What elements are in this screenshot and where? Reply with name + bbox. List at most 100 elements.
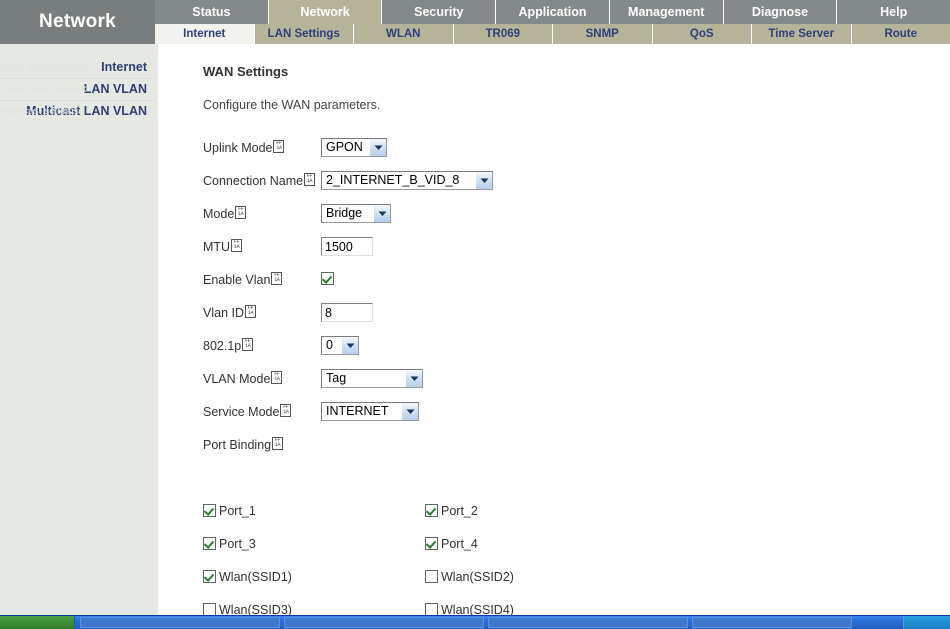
form-row-uplink-mode: Uplink Mode FF 1A GPON	[203, 136, 923, 169]
port-binding-option-wlan-ssid4[interactable]: Wlan(SSID4)	[425, 603, 647, 615]
select-uplink-mode[interactable]: GPON	[321, 138, 387, 157]
select-value-service-mode: INTERNET	[326, 404, 389, 418]
checkbox-wlan-ssid2[interactable]	[425, 570, 438, 583]
port-binding-label: Port_2	[441, 504, 478, 518]
select-vlan-mode[interactable]: Tag	[321, 369, 423, 388]
sidebar-item-internet[interactable]: Wide area network Internet	[0, 57, 155, 78]
page-description: Configure the WAN parameters.	[203, 98, 381, 112]
select-mode[interactable]: Bridge	[321, 204, 391, 223]
select-value-802-1p: 0	[326, 338, 333, 352]
taskbar-window-item[interactable]	[692, 617, 852, 628]
checkbox-port_4[interactable]	[425, 537, 438, 550]
port-binding-option-wlan-ssid2[interactable]: Wlan(SSID2)	[425, 570, 647, 584]
field-label-text: 802.1p	[203, 339, 242, 353]
port-binding-row: Port_3 Port_4	[203, 537, 723, 570]
sidebar-item-lan-vlan[interactable]: Local area network LAN VLAN	[0, 78, 155, 100]
port-binding-option-port_4[interactable]: Port_4	[425, 537, 647, 551]
start-button[interactable]	[0, 616, 75, 629]
port-binding-row: Wlan(SSID3) Wlan(SSID4)	[203, 603, 723, 615]
secondary-tab-snmp[interactable]: SNMP	[553, 24, 653, 44]
form-row-802-1p: 802.1p FF 1A 0	[203, 334, 923, 367]
taskbar-window-item[interactable]	[488, 617, 688, 628]
field-label-connection-name: Connection Name FF 1A	[203, 173, 316, 188]
chevron-down-icon[interactable]	[369, 139, 386, 156]
os-taskbar	[0, 615, 950, 629]
fullwidth-colon-glyph: FF 1A	[273, 140, 285, 153]
field-label-text: Mode	[203, 207, 235, 221]
checkbox-port_2[interactable]	[425, 504, 438, 517]
checkbox-port_1[interactable]	[203, 504, 216, 517]
taskbar-window-item[interactable]	[80, 617, 280, 628]
field-label-mtu: MTU FF 1A	[203, 239, 243, 254]
form-row-mtu: MTU FF 1A	[203, 235, 923, 268]
port-binding-label: Wlan(SSID2)	[441, 570, 514, 584]
field-label-text: Uplink Mode	[203, 141, 273, 155]
select-connection-name[interactable]: 2_INTERNET_B_VID_8	[321, 171, 493, 190]
sidebar-item-multicast-lan-vlan[interactable]: Multicast settings Multicast LAN VLAN	[0, 100, 155, 122]
port-binding-option-wlan-ssid3[interactable]: Wlan(SSID3)	[203, 603, 425, 615]
form-row-vlan-mode: VLAN Mode FF 1A Tag	[203, 367, 923, 400]
sidebar-item-ghost-text: Local area network	[2, 84, 87, 95]
secondary-tab-time-server[interactable]: Time Server	[752, 24, 852, 44]
sidebar-item-label: Multicast LAN VLAN	[26, 104, 147, 118]
select-service-mode[interactable]: INTERNET	[321, 402, 419, 421]
input-vlan-id[interactable]	[321, 303, 373, 322]
port-binding-label: Port_4	[441, 537, 478, 551]
system-tray[interactable]	[903, 616, 950, 629]
field-label-text: Enable Vlan	[203, 273, 271, 287]
fullwidth-colon-glyph: FF 1A	[245, 305, 256, 318]
field-label-text: Connection Name	[203, 174, 304, 188]
field-label-text: VLAN Mode	[203, 372, 271, 386]
checkbox-wlan-ssid1[interactable]	[203, 570, 216, 583]
primary-tab-security[interactable]: Security	[382, 0, 497, 24]
field-label-text: MTU	[203, 240, 231, 254]
port-binding-row: Wlan(SSID1) Wlan(SSID2)	[203, 570, 723, 603]
fullwidth-colon-glyph: FF 1A	[280, 404, 292, 417]
fullwidth-colon-glyph: FF 1A	[231, 239, 243, 252]
page-header: Network Status Network Security Application…	[0, 0, 950, 44]
field-label-enable-vlan: Enable Vlan FF 1A	[203, 272, 283, 287]
checkbox-enable-vlan[interactable]	[321, 272, 334, 285]
chevron-down-icon[interactable]	[401, 403, 418, 420]
port-binding-label: Port_3	[219, 537, 256, 551]
checkbox-wlan-ssid3[interactable]	[203, 603, 216, 615]
input-mtu[interactable]	[321, 237, 373, 256]
chevron-down-icon[interactable]	[405, 370, 422, 387]
chevron-down-icon[interactable]	[475, 172, 492, 189]
select-802-1p[interactable]: 0	[321, 336, 359, 355]
fullwidth-colon-glyph: FF 1A	[272, 437, 284, 450]
select-value-vlan-mode: Tag	[326, 371, 347, 385]
field-label-port-binding: Port Binding FF 1A	[203, 437, 284, 452]
field-label-802-1p: 802.1p FF 1A	[203, 338, 254, 353]
secondary-tab-qos[interactable]: QoS	[652, 24, 752, 44]
port-binding-label: Port_1	[219, 504, 256, 518]
checkbox-wlan-ssid4[interactable]	[425, 603, 438, 615]
select-value-uplink-mode: GPON	[326, 140, 363, 154]
port-binding-grid: Port_1 Port_2 Port_3 Port_4 Wlan(SSID1) Wlan(…	[203, 504, 723, 615]
secondary-tab-internet[interactable]: Internet	[155, 24, 255, 44]
primary-tab-application[interactable]: Application	[496, 0, 610, 24]
primary-tab-diagnose[interactable]: Diagnose	[723, 0, 838, 24]
sidebar-item-label: Internet	[101, 60, 147, 74]
primary-tab-status[interactable]: Status	[155, 0, 269, 24]
form-row-port-binding: Port Binding FF 1A	[203, 433, 923, 466]
port-binding-option-port_1[interactable]: Port_1	[203, 504, 425, 518]
chevron-down-icon[interactable]	[373, 205, 390, 222]
fullwidth-colon-glyph: FF 1A	[235, 206, 247, 219]
port-binding-option-wlan-ssid1[interactable]: Wlan(SSID1)	[203, 570, 425, 584]
secondary-tab-tr069[interactable]: TR069	[453, 24, 553, 44]
primary-tab-help[interactable]: Help	[837, 0, 950, 24]
secondary-tab-lan-settings[interactable]: LAN Settings	[254, 24, 354, 44]
checkbox-port_3[interactable]	[203, 537, 216, 550]
secondary-tab-route[interactable]: Route	[851, 24, 950, 44]
taskbar-window-item[interactable]	[284, 617, 484, 628]
secondary-tab-wlan[interactable]: WLAN	[354, 24, 454, 44]
port-binding-option-port_3[interactable]: Port_3	[203, 537, 425, 551]
primary-tab-management[interactable]: Management	[609, 0, 724, 24]
form-row-connection-name: Connection Name FF 1A 2_INTERNET_B_VID_8	[203, 169, 923, 202]
fullwidth-colon-glyph: FF 1A	[271, 272, 283, 285]
chevron-down-icon[interactable]	[341, 337, 358, 354]
port-binding-option-port_2[interactable]: Port_2	[425, 504, 647, 518]
primary-tab-network[interactable]: Network	[268, 0, 383, 24]
